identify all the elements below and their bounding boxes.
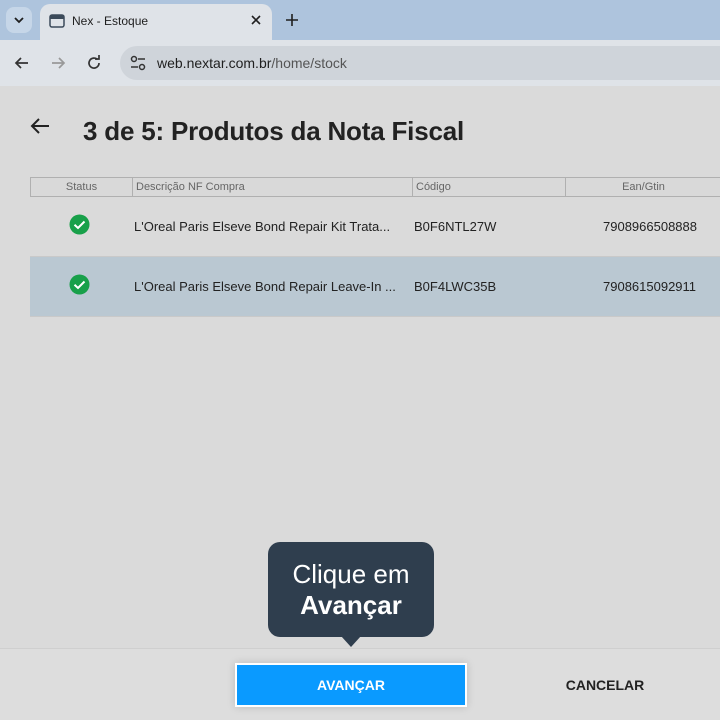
column-header-code[interactable]: Código — [412, 178, 565, 196]
forward-icon[interactable] — [48, 53, 68, 73]
reload-icon[interactable] — [84, 53, 104, 73]
browser-tab[interactable]: Nex - Estoque — [40, 4, 272, 40]
tooltip-line-2: Avançar — [300, 590, 402, 620]
cell-description: L'Oreal Paris Elseve Bond Repair Kit Tra… — [134, 219, 391, 234]
cancel-button[interactable]: CANCELAR — [525, 663, 685, 707]
url-path: /home/stock — [271, 55, 347, 71]
site-settings-icon[interactable] — [129, 54, 147, 72]
url-host: web.nextar.com.br — [157, 55, 272, 71]
cell-code: B0F4LWC35B — [414, 279, 497, 294]
new-tab-icon[interactable] — [283, 11, 301, 29]
guide-tooltip: Clique em Avançar — [268, 542, 434, 647]
tab-title: Nex - Estoque — [72, 14, 149, 28]
address-bar[interactable]: web.nextar.com.br/home/stock — [120, 46, 720, 80]
footer-actions: AVANÇAR CANCELAR — [0, 648, 720, 720]
tooltip-line-1: Clique em — [292, 559, 410, 589]
column-header-description[interactable]: Descrição NF Compra — [132, 178, 412, 196]
cell-code: B0F6NTL27W — [414, 219, 497, 234]
avancar-button[interactable]: AVANÇAR — [235, 663, 467, 707]
back-arrow-icon[interactable] — [30, 117, 50, 135]
tab-list-button[interactable] — [6, 7, 32, 33]
store-favicon-icon — [49, 14, 65, 28]
products-table: Status Descrição NF Compra Código Ean/Gt… — [30, 177, 720, 317]
back-icon[interactable] — [12, 53, 32, 73]
table-row-selected[interactable]: L'Oreal Paris Elseve Bond Repair Leave-I… — [30, 257, 720, 317]
table-header: Status Descrição NF Compra Código Ean/Gt… — [30, 177, 720, 197]
cell-ean: 7908615092911 — [603, 279, 697, 294]
table-row[interactable]: L'Oreal Paris Elseve Bond Repair Kit Tra… — [30, 197, 720, 257]
column-header-ean[interactable]: Ean/Gtin — [565, 178, 720, 196]
browser-tab-bar: Nex - Estoque — [0, 0, 720, 40]
browser-toolbar: web.nextar.com.br/home/stock — [0, 40, 720, 86]
cell-ean: 7908966508888 — [603, 219, 697, 234]
check-circle-icon — [69, 274, 90, 295]
column-header-status[interactable]: Status — [31, 178, 132, 196]
check-circle-icon — [69, 214, 90, 235]
close-icon[interactable] — [248, 12, 264, 28]
chevron-down-icon — [14, 17, 24, 24]
url-text: web.nextar.com.br/home/stock — [157, 55, 347, 71]
cell-description: L'Oreal Paris Elseve Bond Repair Leave-I… — [134, 279, 396, 294]
page-title: 3 de 5: Produtos da Nota Fiscal — [83, 116, 464, 146]
